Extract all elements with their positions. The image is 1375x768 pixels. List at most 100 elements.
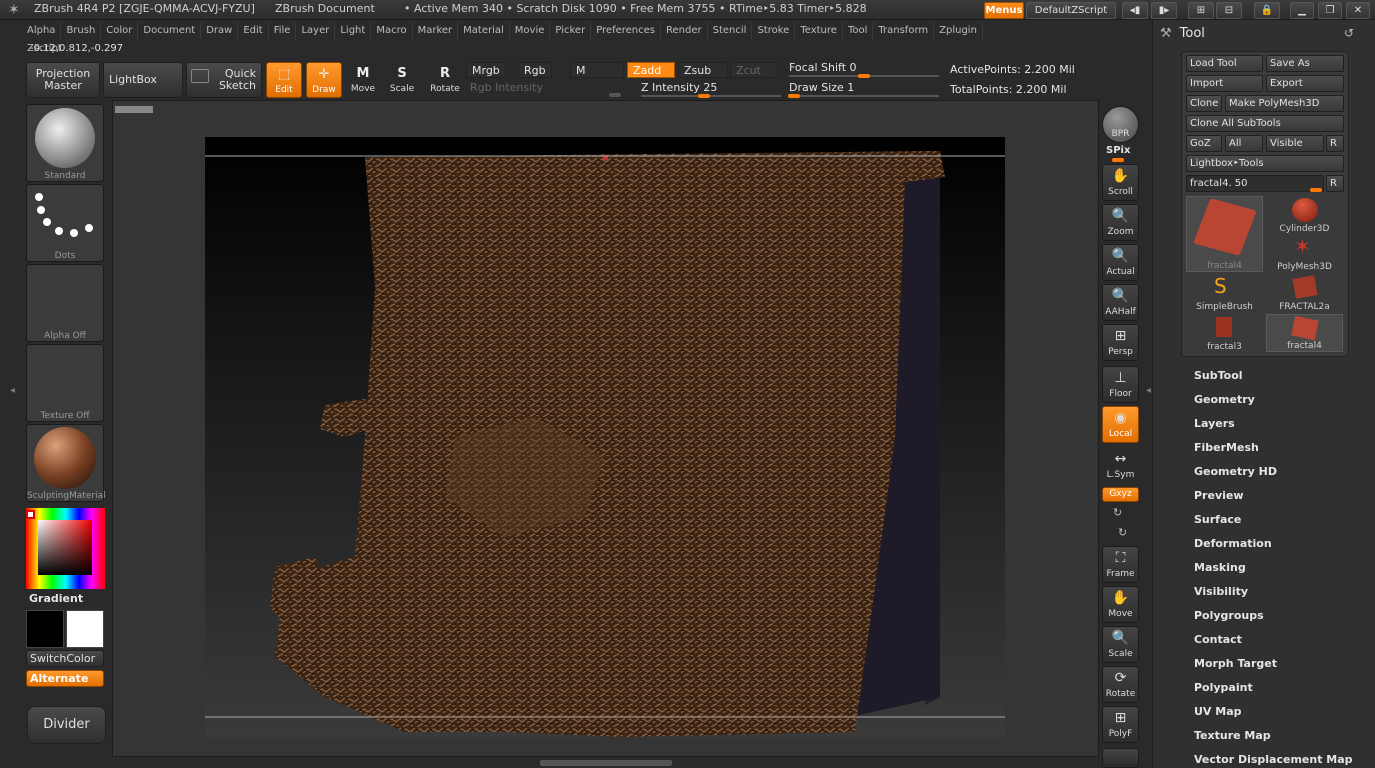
transp-button[interactable] — [1102, 748, 1139, 768]
color-picker[interactable] — [26, 508, 105, 589]
tool-submenu-item[interactable]: Vector Displacement Map — [1194, 753, 1353, 766]
alternate-button[interactable]: Alternate — [26, 670, 104, 687]
tool-submenu-item[interactable]: SubTool — [1194, 369, 1243, 382]
make-polymesh-button[interactable]: Make PolyMesh3D — [1225, 95, 1344, 112]
quick-sketch-button[interactable]: Quick Sketch — [186, 62, 262, 98]
draw-size-slider[interactable]: Draw Size 1 — [789, 81, 854, 94]
gradient-label[interactable]: Gradient — [29, 592, 83, 605]
menu-item[interactable]: Layer — [296, 22, 336, 40]
tool-submenu-item[interactable]: Visibility — [1194, 585, 1248, 598]
menu-item[interactable]: Brush — [61, 22, 102, 40]
tool-thumb-simplebrush[interactable]: S SimpleBrush — [1186, 274, 1263, 312]
minimize-icon[interactable]: ▁ — [1290, 2, 1314, 19]
aahalf-button[interactable]: 🔍 AAHalf — [1102, 284, 1139, 321]
menu-item[interactable]: Render — [661, 22, 708, 40]
alpha-selector[interactable]: Alpha Off — [26, 264, 104, 342]
stroke-selector[interactable]: Dots — [26, 184, 104, 262]
tool-r-button[interactable]: R — [1326, 175, 1344, 192]
move-button[interactable]: M Move — [345, 62, 381, 98]
m-button[interactable]: M — [570, 62, 624, 78]
rotate-y-icon[interactable]: ↻ — [1113, 506, 1122, 519]
tool-submenu-item[interactable]: Contact — [1194, 633, 1242, 646]
goz-visible-button[interactable]: Visible — [1266, 135, 1324, 152]
goz-button[interactable]: GoZ — [1186, 135, 1222, 152]
menu-item[interactable]: File — [269, 22, 297, 40]
menu-item[interactable]: Alpha — [22, 22, 62, 40]
zsub-button[interactable]: Zsub — [678, 62, 728, 78]
close-icon[interactable]: ✕ — [1346, 2, 1370, 19]
layout-2-icon[interactable]: ⊟ — [1216, 2, 1242, 19]
goz-all-button[interactable]: All — [1225, 135, 1263, 152]
tool-thumb-fractal4-small[interactable]: fractal4 — [1266, 314, 1343, 352]
mrgb-button[interactable]: Mrgb — [466, 62, 506, 78]
zcut-button[interactable]: Zcut — [730, 62, 778, 78]
rgb-intensity-slider[interactable]: Rgb Intensity — [470, 81, 543, 94]
rotate-view-button[interactable]: ⟳ Rotate — [1102, 666, 1139, 703]
load-tool-button[interactable]: Load Tool — [1186, 55, 1263, 72]
menus-button[interactable]: Menus — [984, 2, 1024, 19]
lightbox-button[interactable]: LightBox — [103, 62, 183, 98]
menu-item[interactable]: Color — [101, 22, 139, 40]
local-button[interactable]: ◉ Local — [1102, 406, 1139, 443]
tool-submenu-item[interactable]: Geometry — [1194, 393, 1255, 406]
scroll-right-icon[interactable]: ▮▸ — [1151, 2, 1177, 19]
tool-thumb-fractal2a[interactable]: FRACTAL2a — [1266, 274, 1343, 312]
menu-item[interactable]: Draw — [201, 22, 239, 40]
menu-item[interactable]: Preferences — [591, 22, 662, 40]
projection-master-button[interactable]: Projection Master — [26, 62, 100, 98]
menu-item[interactable]: Zplugin — [934, 22, 983, 40]
canvas-viewport[interactable] — [205, 137, 1005, 737]
lsym-button[interactable]: ↔ L.Sym — [1102, 448, 1139, 485]
z-intensity-knob[interactable] — [698, 94, 710, 98]
tool-thumb-fractal4-large[interactable]: fractal4 — [1186, 196, 1263, 272]
focal-shift-knob[interactable] — [858, 74, 870, 78]
z-intensity-slider[interactable]: Z Intensity 25 — [641, 81, 717, 94]
right-tray-toggle-icon[interactable]: ◂ — [1146, 385, 1151, 396]
tool-thumb-fractal3[interactable]: fractal3 — [1186, 314, 1263, 352]
texture-selector[interactable]: Texture Off — [26, 344, 104, 422]
menu-item[interactable]: Macro — [371, 22, 413, 40]
tool-submenu-item[interactable]: Masking — [1194, 561, 1246, 574]
export-button[interactable]: Export — [1266, 75, 1344, 92]
layout-1-icon[interactable]: ⊞ — [1188, 2, 1214, 19]
secondary-color-swatch[interactable] — [66, 610, 104, 648]
edit-button[interactable]: ⬚ Edit — [266, 62, 302, 98]
xyz-button[interactable]: Gxyz — [1102, 487, 1139, 502]
color-picker-square[interactable] — [38, 520, 92, 575]
move-view-button[interactable]: ✋ Move — [1102, 586, 1139, 623]
goz-r-button[interactable]: R — [1326, 135, 1344, 152]
left-tray-toggle-icon[interactable]: ◂ — [10, 385, 15, 396]
document-tab-handle[interactable] — [115, 106, 153, 113]
palette-reset-icon[interactable]: ↺ — [1344, 26, 1354, 40]
material-selector[interactable]: SculptingMaterial — [26, 424, 106, 502]
tool-submenu-item[interactable]: Layers — [1194, 417, 1235, 430]
tool-submenu-item[interactable]: Texture Map — [1194, 729, 1271, 742]
zadd-button[interactable]: Zadd — [627, 62, 675, 78]
spix-slider[interactable]: SPix — [1106, 145, 1130, 156]
canvas-scroll-handle[interactable] — [540, 760, 672, 766]
default-zscript-button[interactable]: DefaultZScript — [1026, 2, 1116, 19]
frame-button[interactable]: ⛶ Frame — [1102, 546, 1139, 583]
tool-submenu-item[interactable]: Preview — [1194, 489, 1244, 502]
focal-shift-slider[interactable]: Focal Shift 0 — [789, 61, 857, 74]
current-tool-slider[interactable]: fractal4. 50 — [1186, 175, 1324, 192]
import-button[interactable]: Import — [1186, 75, 1263, 92]
switchcolor-button[interactable]: SwitchColor — [26, 650, 104, 667]
save-as-button[interactable]: Save As — [1266, 55, 1344, 72]
draw-button[interactable]: ✛ Draw — [306, 62, 342, 98]
zoom-button[interactable]: 🔍 Zoom — [1102, 204, 1139, 241]
menu-item[interactable]: Edit — [238, 22, 269, 40]
lock-icon[interactable]: 🔒 — [1254, 2, 1280, 19]
tool-submenu-item[interactable]: Polypaint — [1194, 681, 1253, 694]
draw-size-knob[interactable] — [788, 94, 800, 98]
tool-submenu-item[interactable]: Geometry HD — [1194, 465, 1277, 478]
spix-knob[interactable] — [1112, 158, 1124, 162]
tool-thumb-polymesh3d[interactable]: ✶ PolyMesh3D — [1266, 234, 1343, 272]
current-tool-knob[interactable] — [1310, 188, 1322, 192]
tool-submenu-item[interactable]: FiberMesh — [1194, 441, 1259, 454]
polyf-button[interactable]: ⊞ PolyF — [1102, 706, 1139, 743]
menu-item[interactable]: Light — [335, 22, 372, 40]
rgb-intensity-knob[interactable] — [609, 93, 621, 97]
menu-item[interactable]: Transform — [873, 22, 935, 40]
scroll-left-icon[interactable]: ◂▮ — [1122, 2, 1148, 19]
